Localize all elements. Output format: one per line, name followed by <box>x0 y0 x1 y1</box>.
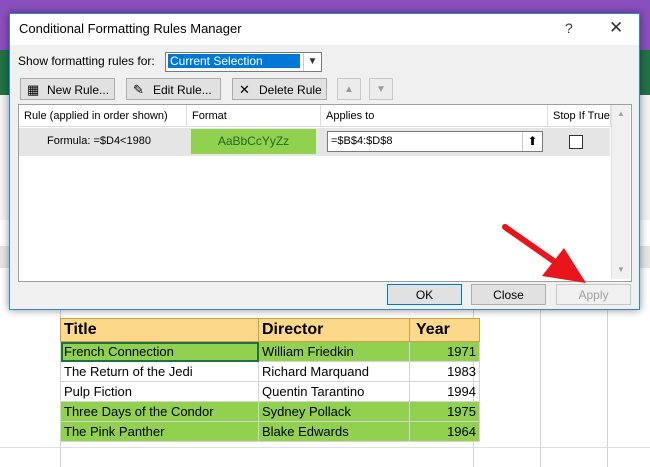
arrow-head <box>542 248 586 283</box>
arrow-shaft <box>502 224 558 265</box>
annotation-arrow <box>502 224 586 283</box>
